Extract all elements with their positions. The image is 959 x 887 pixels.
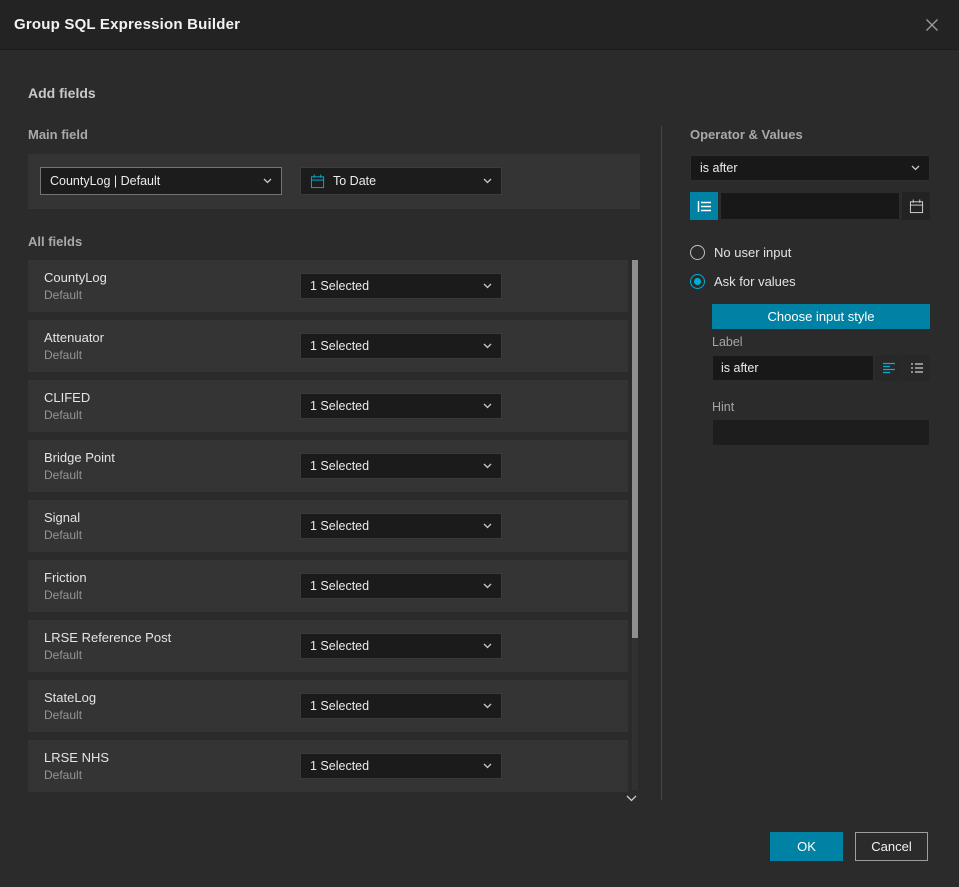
- field-row: Signal Default 1 Selected: [28, 500, 628, 552]
- chevron-down-icon: [483, 178, 492, 184]
- field-selected-dropdown-label: 1 Selected: [310, 399, 370, 413]
- field-selected-dropdown[interactable]: 1 Selected: [300, 333, 502, 359]
- calendar-button[interactable]: [902, 192, 930, 220]
- chevron-down-icon: [483, 343, 492, 349]
- field-row: Attenuator Default 1 Selected: [28, 320, 628, 372]
- list-icon: [697, 200, 712, 213]
- label-input[interactable]: [712, 355, 874, 381]
- radio-ask-for-values[interactable]: Ask for values: [690, 274, 796, 289]
- dialog-title: Group SQL Expression Builder: [14, 16, 241, 33]
- operator-dropdown[interactable]: is after: [690, 155, 930, 181]
- input-style-single-button[interactable]: [875, 355, 902, 381]
- field-row: StateLog Default 1 Selected: [28, 680, 628, 732]
- bulleted-list-icon: [910, 362, 924, 374]
- chevron-down-icon: [263, 178, 272, 184]
- calendar-icon: [310, 173, 325, 189]
- main-field-dropdown-value: CountyLog | Default: [50, 174, 161, 188]
- align-left-icon: [882, 362, 896, 374]
- field-selected-dropdown[interactable]: 1 Selected: [300, 693, 502, 719]
- field-row: Bridge Point Default 1 Selected: [28, 440, 628, 492]
- chevron-down-icon: [483, 463, 492, 469]
- add-fields-heading: Add fields: [28, 85, 96, 101]
- operator-values-heading: Operator & Values: [690, 127, 803, 142]
- hint-label: Hint: [712, 400, 735, 414]
- chevron-down-icon: [483, 583, 492, 589]
- field-selected-dropdown-label: 1 Selected: [310, 639, 370, 653]
- chevron-down-icon: [483, 523, 492, 529]
- chevron-down-icon: [483, 703, 492, 709]
- field-selected-dropdown-label: 1 Selected: [310, 339, 370, 353]
- field-selected-dropdown[interactable]: 1 Selected: [300, 753, 502, 779]
- field-selected-dropdown[interactable]: 1 Selected: [300, 513, 502, 539]
- chevron-down-icon: [483, 283, 492, 289]
- field-row: LRSE Reference Post Default 1 Selected: [28, 620, 628, 672]
- dialog-header: Group SQL Expression Builder: [0, 0, 959, 50]
- label-label: Label: [712, 335, 743, 349]
- field-selected-dropdown-label: 1 Selected: [310, 279, 370, 293]
- field-selected-dropdown-label: 1 Selected: [310, 459, 370, 473]
- field-selected-dropdown[interactable]: 1 Selected: [300, 633, 502, 659]
- field-row: LRSE NHS Default 1 Selected: [28, 740, 628, 792]
- operator-dropdown-value: is after: [700, 161, 738, 175]
- main-field-dropdown[interactable]: CountyLog | Default: [40, 167, 282, 195]
- field-selected-dropdown[interactable]: 1 Selected: [300, 453, 502, 479]
- date-type-dropdown[interactable]: To Date: [300, 167, 502, 195]
- radio-label: Ask for values: [714, 274, 796, 289]
- chevron-down-icon: [483, 643, 492, 649]
- field-selected-dropdown[interactable]: 1 Selected: [300, 273, 502, 299]
- radio-label: No user input: [714, 245, 792, 260]
- calendar-icon: [909, 198, 924, 214]
- all-fields-label: All fields: [28, 234, 83, 249]
- all-fields-list: CountyLog Default 1 Selected Attenuator …: [28, 260, 628, 800]
- value-input[interactable]: [720, 192, 900, 220]
- values-list-button[interactable]: [690, 192, 718, 220]
- main-field-label: Main field: [28, 127, 88, 142]
- ok-button[interactable]: OK: [770, 832, 843, 861]
- radio-icon: [690, 274, 705, 289]
- radio-icon: [690, 245, 705, 260]
- choose-input-style-button[interactable]: Choose input style: [712, 304, 930, 329]
- close-icon[interactable]: [921, 14, 943, 36]
- field-selected-dropdown[interactable]: 1 Selected: [300, 573, 502, 599]
- field-row: CLIFED Default 1 Selected: [28, 380, 628, 432]
- divider: [661, 126, 662, 800]
- date-type-dropdown-value: To Date: [333, 174, 377, 188]
- hint-input[interactable]: [712, 419, 930, 446]
- scroll-down-chevron-icon[interactable]: [626, 789, 637, 807]
- field-row: CountyLog Default 1 Selected: [28, 260, 628, 312]
- field-selected-dropdown-label: 1 Selected: [310, 519, 370, 533]
- field-selected-dropdown-label: 1 Selected: [310, 579, 370, 593]
- input-style-list-button[interactable]: [903, 355, 930, 381]
- radio-no-user-input[interactable]: No user input: [690, 245, 791, 260]
- scrollbar[interactable]: [632, 260, 638, 790]
- field-selected-dropdown-label: 1 Selected: [310, 699, 370, 713]
- main-field-panel: CountyLog | Default To Date: [28, 154, 640, 209]
- cancel-button[interactable]: Cancel: [855, 832, 928, 861]
- scrollbar-thumb[interactable]: [632, 260, 638, 638]
- field-selected-dropdown[interactable]: 1 Selected: [300, 393, 502, 419]
- chevron-down-icon: [483, 763, 492, 769]
- chevron-down-icon: [911, 165, 920, 171]
- field-row: Friction Default 1 Selected: [28, 560, 628, 612]
- field-selected-dropdown-label: 1 Selected: [310, 759, 370, 773]
- chevron-down-icon: [483, 403, 492, 409]
- group-sql-expression-builder-dialog: Group SQL Expression Builder Add fields …: [0, 0, 959, 887]
